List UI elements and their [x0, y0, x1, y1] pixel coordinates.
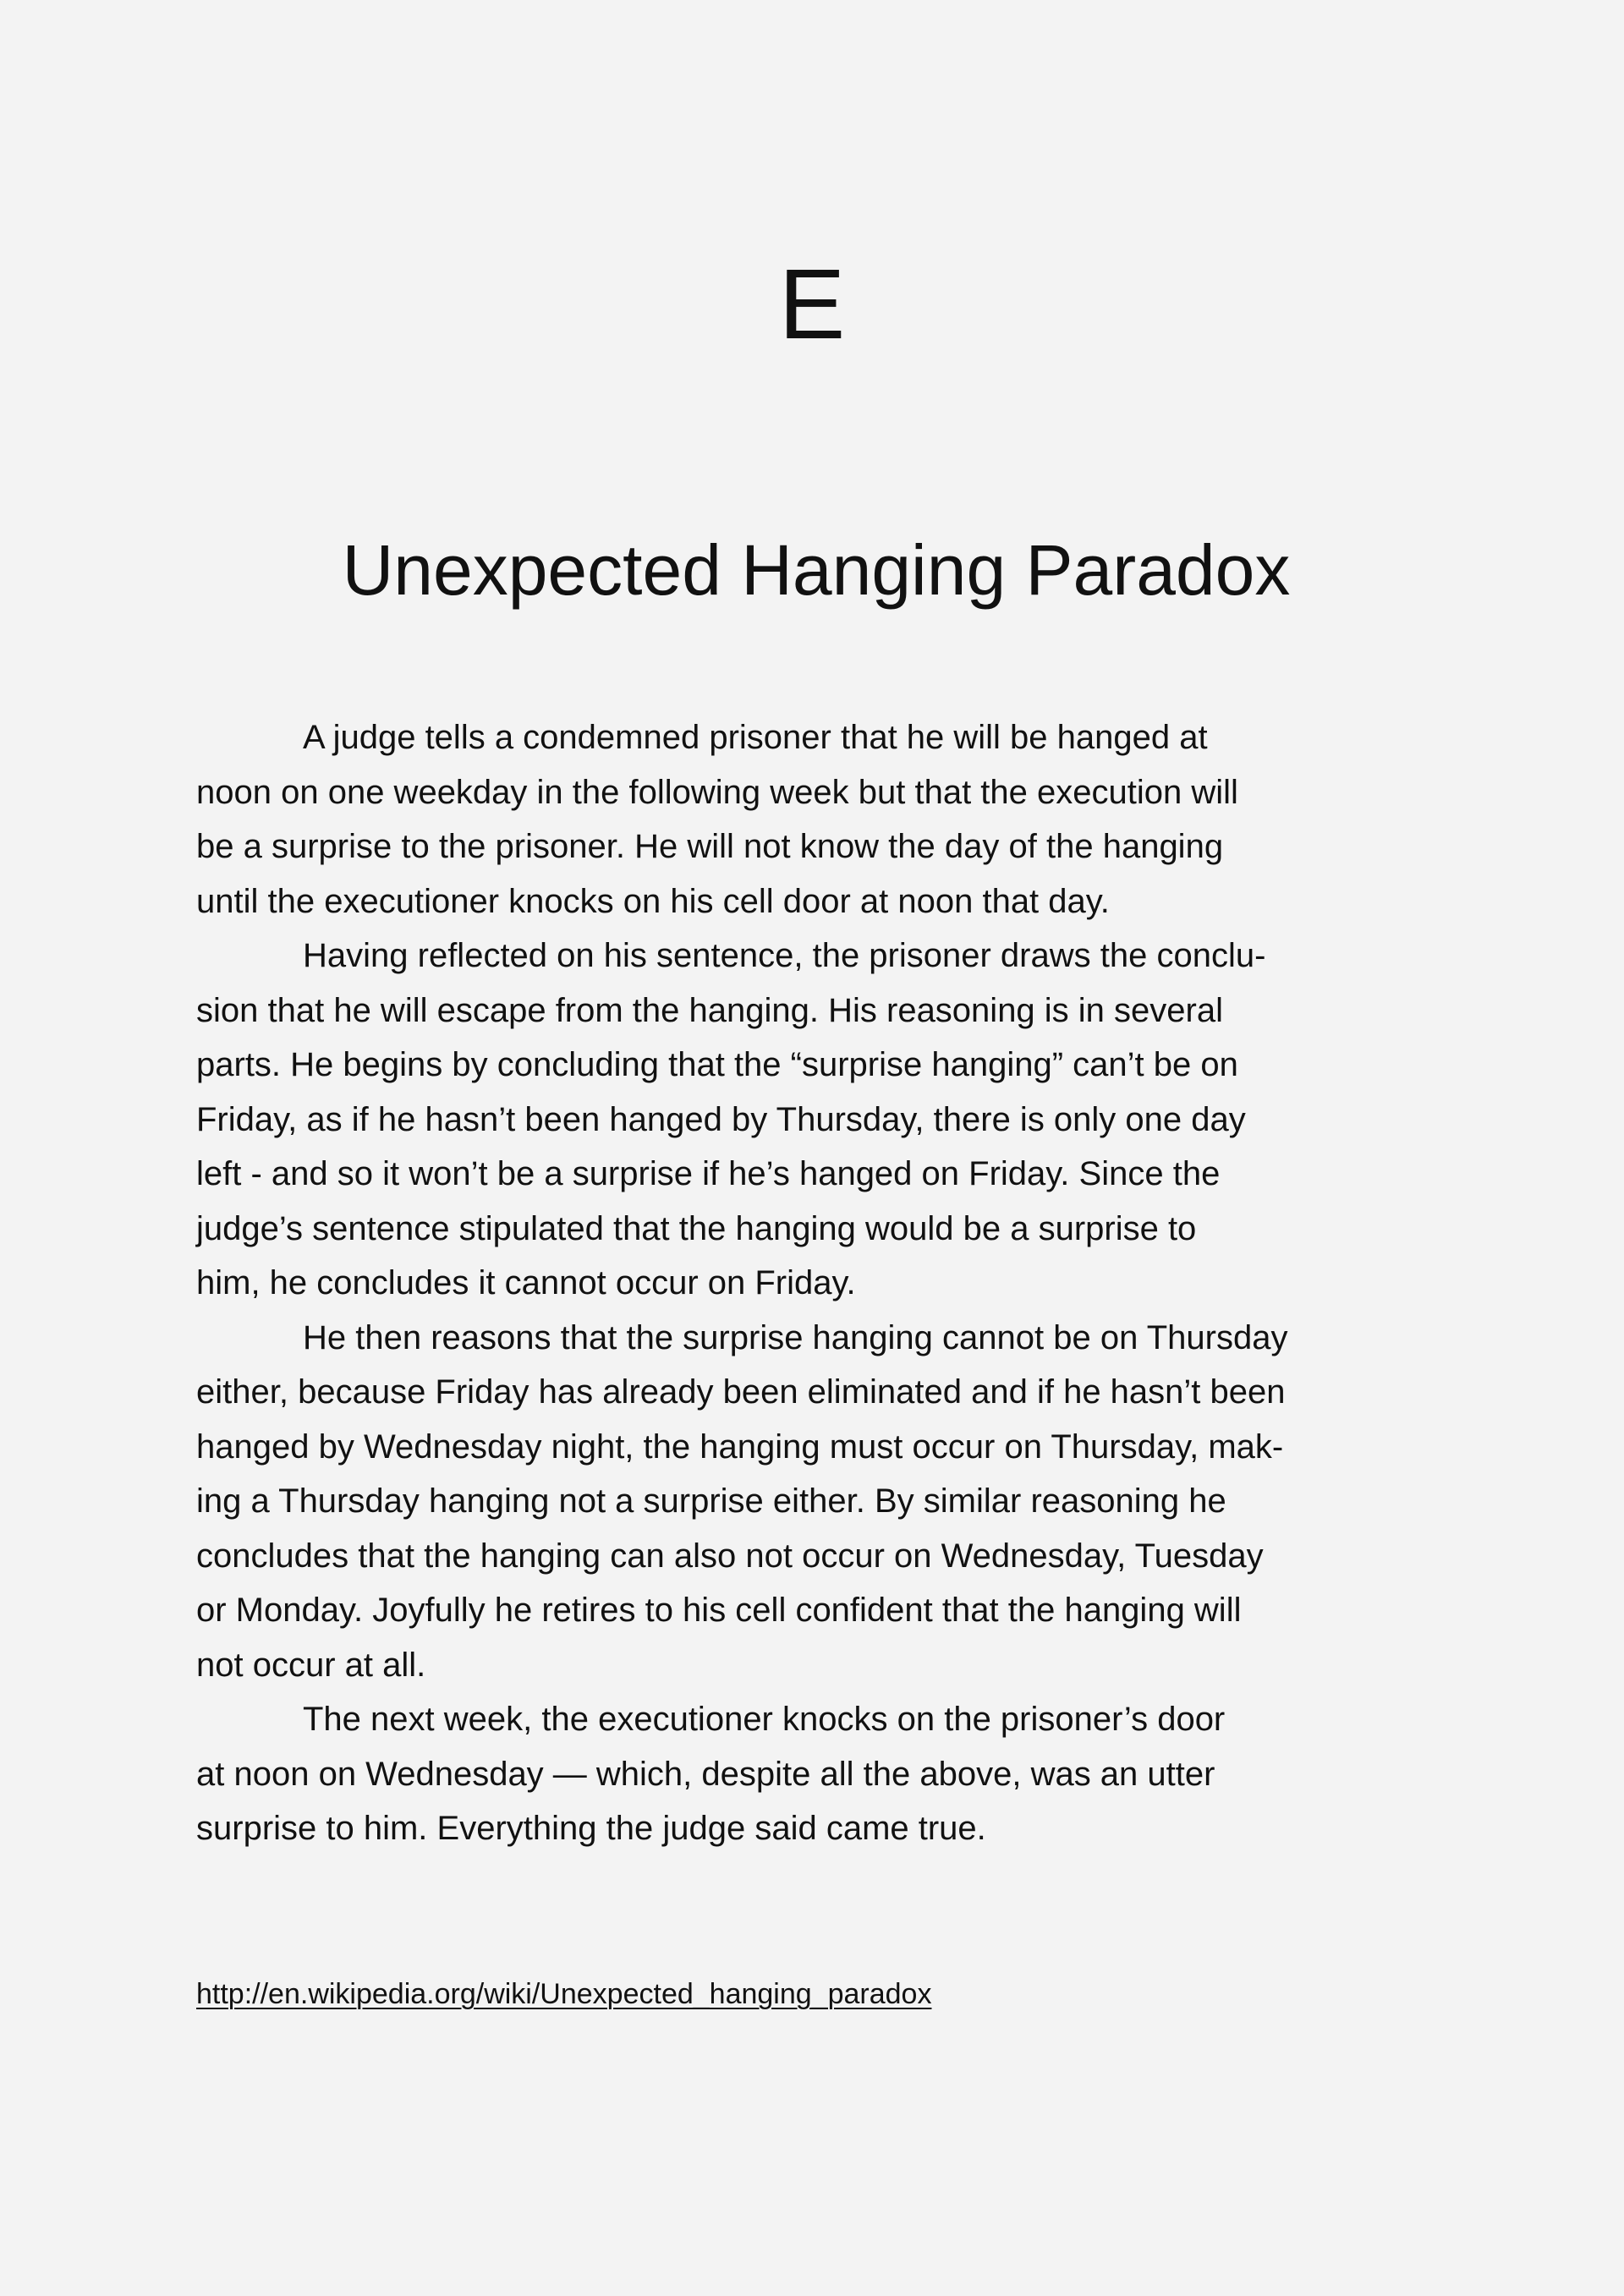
text-line: not occur at all. [196, 1646, 426, 1684]
section-letter: E [778, 249, 846, 360]
text-line: parts. He begins by concluding that the … [196, 1046, 1238, 1083]
document-page: E Unexpected Hanging Paradox A judge tel… [0, 0, 1624, 2296]
text-line: or Monday. Joyfully he retires to his ce… [196, 1592, 1242, 1629]
text-line: Having reflected on his sentence, the pr… [303, 937, 1266, 974]
text-line: He then reasons that the surprise hangin… [303, 1318, 1288, 1356]
text-line: ing a Thursday hanging not a surprise ei… [196, 1482, 1226, 1520]
text-line: noon on one weekday in the following wee… [196, 773, 1238, 811]
text-line: concludes that the hanging can also not … [196, 1537, 1264, 1575]
text-line: him, he concludes it cannot occur on Fri… [196, 1264, 856, 1301]
text-line: at noon on Wednesday — which, despite al… [196, 1755, 1215, 1793]
text-line: until the executioner knocks on his cell… [196, 882, 1110, 920]
text-line: judge’s sentence stipulated that the han… [196, 1209, 1197, 1247]
text-line: either, because Friday has already been … [196, 1373, 1286, 1411]
text-line: surprise to him. Everything the judge sa… [196, 1810, 986, 1847]
page-title: Unexpected Hanging Paradox [342, 530, 1291, 610]
text-line: left - and so it won’t be a surprise if … [196, 1155, 1221, 1192]
text-line: be a surprise to the prisoner. He will n… [196, 828, 1224, 865]
text-line: The next week, the executioner knocks on… [303, 1701, 1226, 1738]
text-line: A judge tells a condemned prisoner that … [303, 719, 1208, 756]
body-text: A judge tells a condemned prisoner that … [196, 710, 1431, 1856]
source-link[interactable]: http://en.wikipedia.org/wiki/Unexpected_… [196, 1975, 931, 2013]
text-line: Friday, as if he hasn’t been hanged by T… [196, 1100, 1246, 1138]
text-line: hanged by Wednesday night, the hanging m… [196, 1427, 1284, 1466]
text-line: sion that he will escape from the hangin… [196, 991, 1223, 1029]
